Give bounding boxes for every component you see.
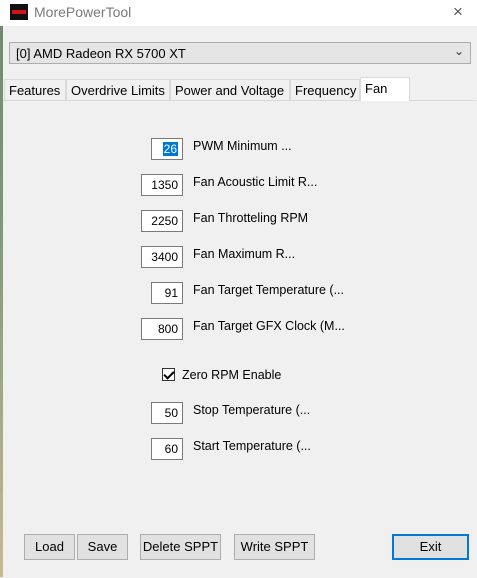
stop-temperature-field[interactable]: 50 (151, 402, 183, 424)
app-icon (10, 4, 28, 20)
window-title: MorePowerTool (34, 4, 132, 20)
title-bar: MorePowerTool × (0, 0, 477, 26)
fan-tab-panel (3, 100, 476, 578)
exit-button[interactable]: Exit (392, 534, 469, 560)
fan-target-temperature-field[interactable]: 91 (151, 282, 183, 304)
fan-acoustic-limit-label: Fan Acoustic Limit R... (193, 175, 318, 189)
load-button[interactable]: Load (24, 534, 75, 560)
fan-maximum-rpm-field[interactable]: 3400 (141, 246, 183, 268)
fan-throttling-rpm-label: Fan Throtteling RPM (193, 211, 309, 225)
tab-overdrive-limits[interactable]: Overdrive Limits (66, 79, 170, 100)
tab-features[interactable]: Features (4, 79, 66, 100)
gpu-select[interactable]: [0] AMD Radeon RX 5700 XT ⌄ (9, 42, 471, 64)
fan-target-gfx-clock-field[interactable]: 800 (141, 318, 183, 340)
chevron-down-icon: ⌄ (453, 44, 464, 58)
delete-sppt-button[interactable]: Delete SPPT (140, 534, 221, 560)
stop-temperature-label: Stop Temperature (... (193, 403, 311, 417)
fan-target-gfx-clock-label: Fan Target GFX Clock (M... (193, 319, 345, 333)
fan-throttling-rpm-field[interactable]: 2250 (141, 210, 183, 232)
fan-maximum-rpm-label: Fan Maximum R... (193, 247, 296, 261)
tab-frequency[interactable]: Frequency (290, 79, 360, 100)
start-temperature-label: Start Temperature (... (193, 439, 311, 453)
zero-rpm-label: Zero RPM Enable (182, 368, 282, 382)
pwm-minimum-field[interactable]: 26 (151, 138, 183, 160)
zero-rpm-checkbox[interactable] (162, 368, 175, 381)
gpu-select-value: [0] AMD Radeon RX 5700 XT (16, 46, 186, 61)
fan-target-temperature-label: Fan Target Temperature (... (193, 283, 345, 297)
save-button[interactable]: Save (77, 534, 128, 560)
pwm-minimum-label: PWM Minimum ... (193, 139, 292, 153)
tab-power-and-voltage[interactable]: Power and Voltage (170, 79, 290, 100)
write-sppt-button[interactable]: Write SPPT (234, 534, 315, 560)
fan-acoustic-limit-field[interactable]: 1350 (141, 174, 183, 196)
close-icon[interactable]: × (447, 2, 469, 22)
start-temperature-field[interactable]: 60 (151, 438, 183, 460)
tab-fan[interactable]: Fan (360, 77, 410, 101)
